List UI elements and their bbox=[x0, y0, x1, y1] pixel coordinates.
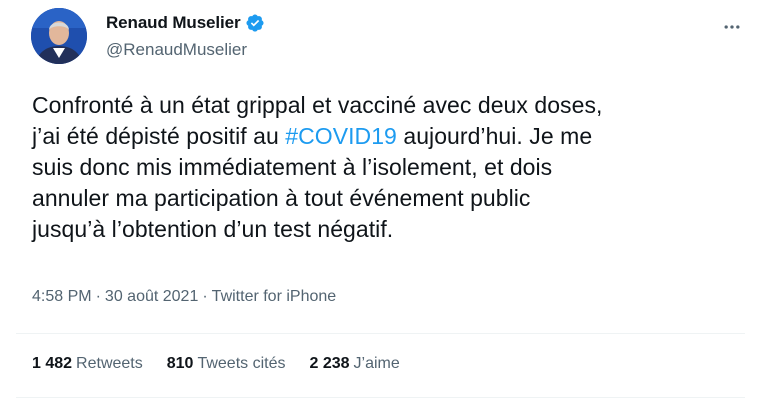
more-options-button[interactable] bbox=[715, 12, 749, 46]
tweet-date-link[interactable]: 30 août 2021 bbox=[105, 288, 198, 306]
quote-tweets-count: 810 bbox=[166, 355, 194, 372]
retweets-stat[interactable]: 1 482 Retweets bbox=[32, 355, 143, 373]
display-name[interactable]: Renaud Muselier bbox=[106, 13, 241, 33]
quote-tweets-label: Tweets cités bbox=[197, 355, 286, 372]
tweet-stats: 1 482 Retweets 810 Tweets cités 2 238 J’… bbox=[32, 355, 400, 373]
retweets-count: 1 482 bbox=[32, 355, 73, 372]
author-handle[interactable]: @RenaudMuselier bbox=[106, 40, 265, 60]
tweet-source-link[interactable]: Twitter for iPhone bbox=[212, 288, 337, 306]
more-horizontal-icon bbox=[722, 17, 742, 42]
meta-separator: · bbox=[202, 288, 208, 305]
tweet-text: Confronté à un état grippal et vacciné a… bbox=[32, 90, 752, 245]
quote-tweets-stat[interactable]: 810 Tweets cités bbox=[167, 355, 286, 373]
author-block: Renaud Muselier @RenaudMuselier bbox=[106, 12, 265, 60]
likes-stat[interactable]: 2 238 J’aime bbox=[309, 355, 399, 373]
hashtag-link[interactable]: #COVID19 bbox=[285, 123, 397, 149]
likes-label: J’aime bbox=[353, 355, 400, 372]
author-name-row: Renaud Muselier bbox=[106, 12, 265, 34]
tweet-meta: 4:58 PM · 30 août 2021 · Twitter for iPh… bbox=[32, 288, 336, 306]
divider bbox=[16, 397, 745, 398]
divider bbox=[16, 333, 745, 334]
meta-separator: · bbox=[95, 288, 101, 305]
avatar[interactable] bbox=[31, 8, 87, 64]
tweet-card: Renaud Muselier @RenaudMuselier Confront… bbox=[0, 0, 761, 400]
verified-badge-icon bbox=[245, 13, 265, 33]
tweet-time-link[interactable]: 4:58 PM bbox=[32, 288, 92, 306]
likes-count: 2 238 bbox=[309, 355, 350, 372]
retweets-label: Retweets bbox=[76, 355, 143, 372]
